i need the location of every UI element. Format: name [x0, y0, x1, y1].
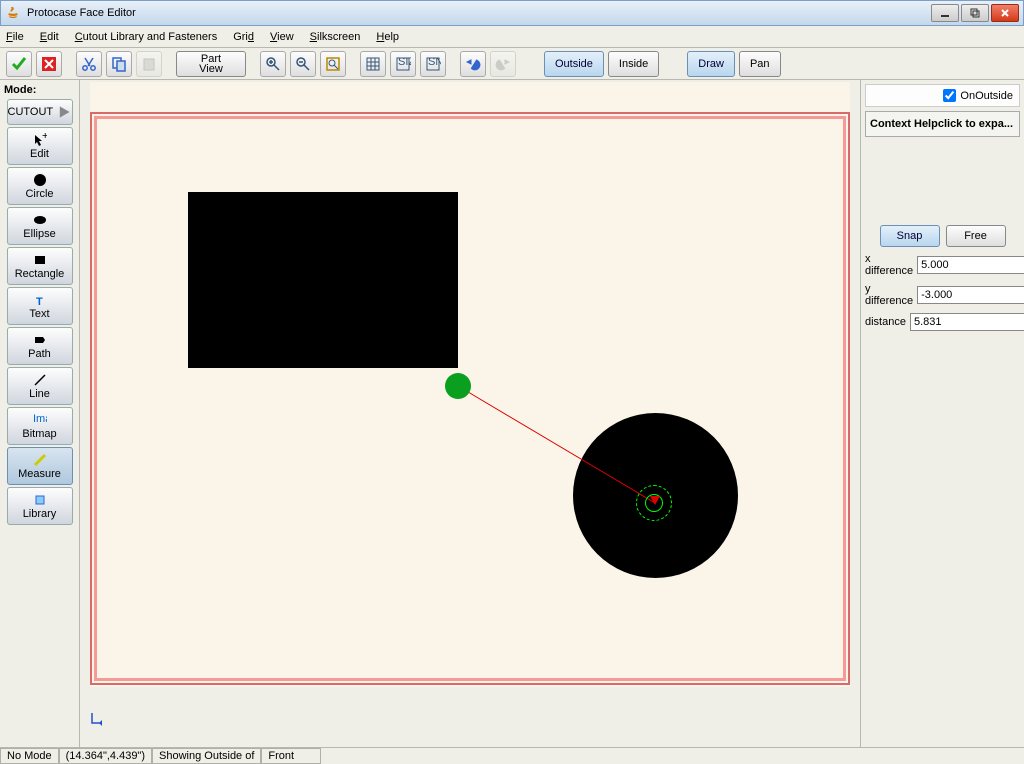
x-diff-input[interactable]	[917, 256, 1024, 274]
zoom-fit-icon[interactable]	[320, 51, 346, 77]
outside-button[interactable]: Outside	[544, 51, 604, 77]
line-icon	[32, 373, 48, 387]
context-help[interactable]: Context Helpclick to expa...	[865, 111, 1020, 137]
library-icon	[32, 493, 48, 507]
svg-text:Image: Image	[33, 413, 47, 425]
java-icon	[5, 5, 21, 21]
accept-icon[interactable]	[6, 51, 32, 77]
undo-icon[interactable]	[460, 51, 486, 77]
menu-view[interactable]: View	[270, 31, 294, 43]
grid-size-icon[interactable]: SIZE	[390, 51, 416, 77]
origin-marker-icon	[90, 713, 110, 727]
draw-button[interactable]: Draw	[687, 51, 735, 77]
distance-label: distance	[865, 316, 906, 328]
text-icon: T	[32, 293, 48, 307]
svg-text:+: +	[42, 133, 47, 142]
status-mode: No Mode	[0, 748, 59, 764]
bitmap-tool[interactable]: Image Bitmap	[7, 407, 73, 445]
pan-button[interactable]: Pan	[739, 51, 781, 77]
close-button[interactable]	[991, 4, 1019, 22]
text-tool[interactable]: T Text	[7, 287, 73, 325]
status-face: Front	[261, 748, 321, 764]
rectangle-icon	[32, 253, 48, 267]
menu-cutout[interactable]: Cutout Library and Fasteners	[75, 31, 217, 43]
measure-start-point[interactable]	[445, 373, 471, 399]
on-outside-checkbox[interactable]	[943, 89, 956, 102]
rectangle-tool[interactable]: Rectangle	[7, 247, 73, 285]
x-diff-label: x difference	[865, 253, 913, 277]
inside-button[interactable]: Inside	[608, 51, 659, 77]
status-coords: (14.364",4.439")	[59, 748, 152, 764]
status-bar: No Mode (14.364",4.439") Showing Outside…	[0, 747, 1024, 764]
y-diff-label: y difference	[865, 283, 913, 307]
y-diff-input[interactable]	[917, 286, 1024, 304]
menu-grid[interactable]: Grid	[233, 31, 254, 43]
window-title: Protocase Face Editor	[27, 7, 931, 19]
minimize-button[interactable]	[931, 4, 959, 22]
cursor-arrow-icon	[650, 496, 660, 505]
ellipse-tool[interactable]: Ellipse	[7, 207, 73, 245]
svg-text:SNAP: SNAP	[428, 56, 441, 68]
cancel-icon[interactable]	[36, 51, 62, 77]
mode-label: Mode:	[0, 82, 79, 98]
free-button[interactable]: Free	[946, 225, 1006, 247]
zoom-out-icon[interactable]	[290, 51, 316, 77]
on-outside-label: OnOutside	[960, 90, 1013, 102]
circle-tool[interactable]: Circle	[7, 167, 73, 205]
tool-palette: Mode: CUTOUT + Edit Circle Ellipse Recta…	[0, 80, 80, 747]
circle-icon	[32, 173, 48, 187]
zoom-in-icon[interactable]	[260, 51, 286, 77]
snap-button[interactable]: Snap	[880, 225, 940, 247]
bitmap-icon: Image	[32, 413, 48, 427]
menu-help[interactable]: Help	[376, 31, 399, 43]
cursor-icon: +	[32, 133, 48, 147]
play-icon	[57, 105, 71, 119]
status-showing: Showing Outside of	[152, 748, 261, 764]
menu-bar: File Edit Cutout Library and Fasteners G…	[0, 26, 1024, 48]
menu-file[interactable]: File	[6, 31, 24, 43]
measure-icon	[32, 453, 48, 467]
canvas-area[interactable]	[80, 80, 860, 747]
menu-edit[interactable]: Edit	[40, 31, 59, 43]
canvas[interactable]	[90, 82, 850, 687]
menu-silkscreen[interactable]: Silkscreen	[310, 31, 361, 43]
paste-icon	[136, 51, 162, 77]
properties-panel: OnOutside Context Helpclick to expa... S…	[860, 80, 1024, 747]
svg-text:T: T	[36, 296, 43, 307]
path-tool[interactable]: Path	[7, 327, 73, 365]
cut-icon[interactable]	[76, 51, 102, 77]
edit-tool[interactable]: + Edit	[7, 127, 73, 165]
measure-tool[interactable]: Measure	[7, 447, 73, 485]
svg-text:SIZE: SIZE	[398, 56, 411, 68]
cutout-label: CUTOUT	[8, 106, 54, 118]
library-tool[interactable]: Library	[7, 487, 73, 525]
path-icon	[32, 333, 48, 347]
cutout-mode-button[interactable]: CUTOUT	[7, 99, 73, 125]
snap-icon[interactable]: SNAP	[420, 51, 446, 77]
grid-toggle-icon[interactable]	[360, 51, 386, 77]
toolbar: PartView SIZE SNAP Outside Inside Draw P…	[0, 48, 1024, 80]
on-outside-row: OnOutside	[865, 84, 1020, 107]
line-tool[interactable]: Line	[7, 367, 73, 405]
part-view-button[interactable]: PartView	[176, 51, 246, 77]
redo-icon	[490, 51, 516, 77]
copy-icon[interactable]	[106, 51, 132, 77]
distance-input[interactable]	[910, 313, 1024, 331]
ellipse-icon	[32, 213, 48, 227]
maximize-button[interactable]	[961, 4, 989, 22]
title-bar: Protocase Face Editor	[0, 0, 1024, 26]
